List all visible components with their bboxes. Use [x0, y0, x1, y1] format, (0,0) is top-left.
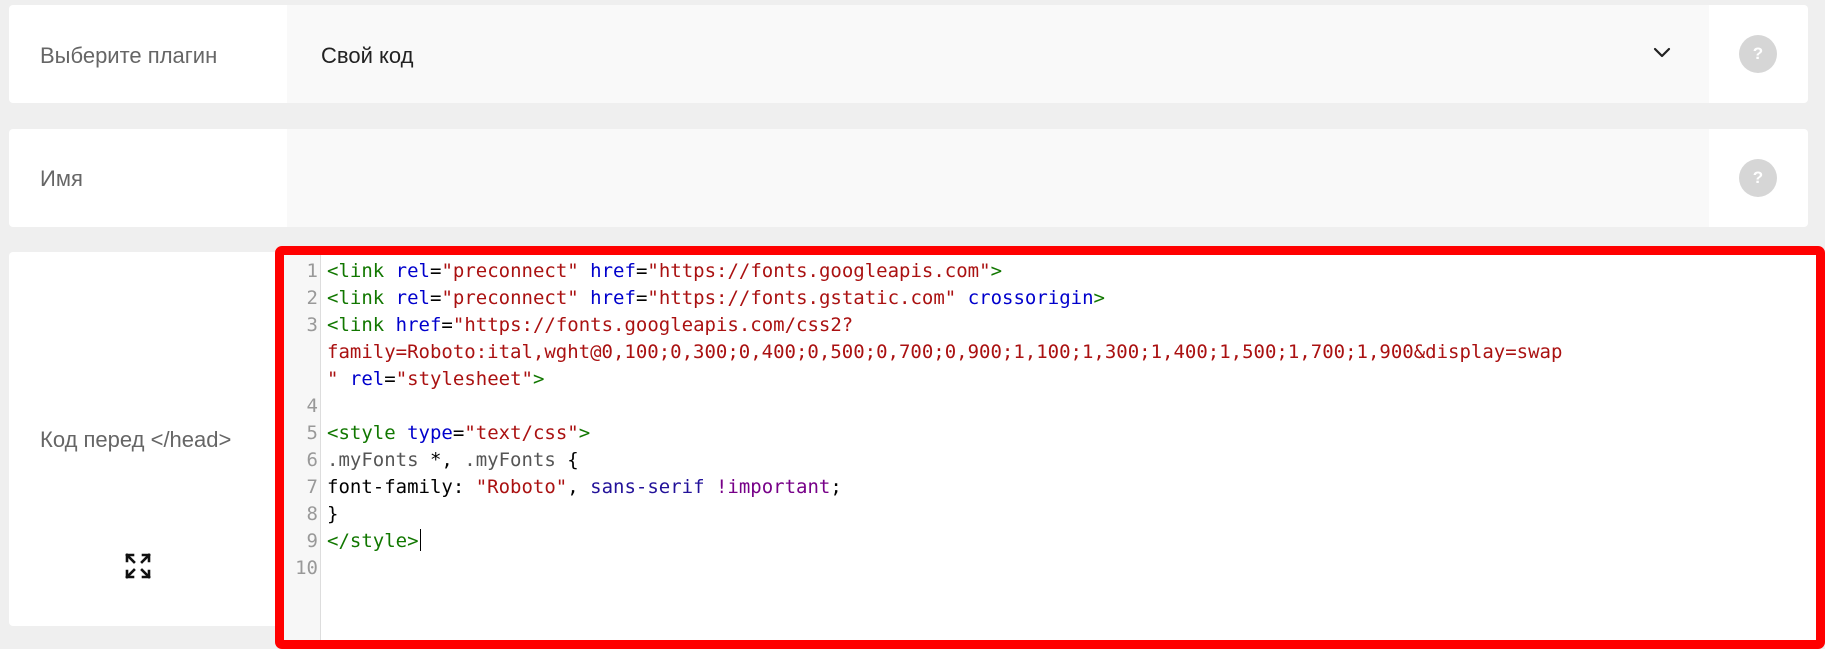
line-number: 4 [306, 395, 318, 417]
line-number: 1 [306, 260, 318, 282]
code-token: .myFonts [327, 449, 419, 471]
code-token: > [532, 368, 545, 390]
code-token: href [590, 287, 636, 309]
code-line: 5 <style type="text/css"> [307, 420, 1816, 447]
code-line-wrap: " rel="stylesheet"> [321, 366, 1816, 393]
code-token: rel [349, 368, 385, 390]
line-number: 10 [295, 557, 318, 579]
code-line: 1 <link rel="preconnect" href="https://fo… [307, 258, 1816, 285]
code-token: "preconnect" [441, 287, 579, 309]
code-line: 10 [295, 555, 1816, 582]
code-token: .myFonts [464, 449, 556, 471]
code-token: " [327, 368, 339, 390]
code-token: = [635, 287, 648, 309]
code-token: : [452, 476, 476, 498]
code-token: </style> [327, 530, 419, 552]
code-token: "https://fonts.googleapis.com" [647, 260, 991, 282]
code-token: crossorigin [967, 287, 1094, 309]
name-label: Имя [40, 166, 83, 191]
text-cursor [419, 529, 421, 551]
code-line: 7 font-family: "Roboto", sans-serif !impo… [307, 474, 1816, 501]
code-token: { [555, 449, 579, 471]
code-token: > [578, 422, 591, 444]
expand-icon[interactable] [124, 552, 152, 580]
line-number: 8 [306, 503, 318, 525]
code-token: = [635, 260, 648, 282]
code-token: = [384, 368, 396, 390]
code-label: Код перед </head> [40, 427, 232, 452]
code-token: rel [395, 287, 430, 309]
code-line: 4 [307, 393, 1816, 420]
plugin-select[interactable]: Свой код [287, 5, 1709, 103]
plugin-row: Выберите плагин Свой код ? [9, 5, 1808, 103]
line-number: 2 [306, 287, 318, 309]
code-line: 6 .myFonts *, .myFonts { [307, 447, 1816, 474]
code-token: family=Roboto:ital,wght@0,100;0,300;0,40… [327, 341, 1563, 363]
line-number: 9 [306, 530, 318, 552]
code-token: = [452, 422, 465, 444]
code-token: "Roboto" [475, 476, 568, 498]
line-number: 5 [306, 422, 318, 444]
name-input[interactable] [287, 129, 1709, 227]
code-line-wrap: family=Roboto:ital,wght@0,100;0,300;0,40… [321, 339, 1816, 366]
code-editor[interactable]: 1 <link rel="preconnect" href="https://fo… [275, 246, 1825, 649]
name-help-icon[interactable]: ? [1739, 159, 1777, 197]
code-token: <link [327, 287, 385, 309]
code-token: !important [715, 476, 831, 498]
chevron-down-icon [1653, 47, 1671, 58]
code-token: = [429, 260, 442, 282]
code-line: 3 <link href="https://fonts.googleapis.co… [307, 312, 1816, 339]
code-token: > [1093, 287, 1105, 309]
plugin-label: Выберите плагин [40, 43, 218, 68]
code-token: href [395, 314, 442, 336]
code-area[interactable]: 1 <link rel="preconnect" href="https://fo… [295, 258, 1816, 582]
name-row: Имя ? [9, 129, 1808, 227]
code-token: rel [395, 260, 430, 282]
code-token: sans-serif [590, 476, 705, 498]
line-number: 3 [306, 314, 318, 336]
code-token: <style [327, 422, 396, 444]
code-line: 2 <link rel="preconnect" href="https://fo… [307, 285, 1816, 312]
code-token: } [327, 503, 339, 525]
code-token: type [407, 422, 453, 444]
code-line: 9 </style> [307, 528, 1816, 555]
code-token: , [567, 476, 591, 498]
code-token: font-family [327, 476, 453, 498]
code-token: > [990, 260, 1003, 282]
code-line: 8} [307, 501, 1816, 528]
code-token: "preconnect" [441, 260, 579, 282]
code-token: href [590, 260, 636, 282]
code-token: = [429, 287, 442, 309]
code-token: "https://fonts.gstatic.com" [647, 287, 957, 309]
line-number: 7 [306, 476, 318, 498]
code-token: <link [327, 260, 385, 282]
code-token: "text/css" [464, 422, 579, 444]
code-token: = [441, 314, 453, 336]
plugin-select-value: Свой код [321, 43, 414, 68]
code-token: <link [327, 314, 385, 336]
code-token: ; [830, 476, 842, 498]
plugin-help-icon[interactable]: ? [1739, 35, 1777, 73]
code-token: "stylesheet" [395, 368, 533, 390]
code-token: "https://fonts.googleapis.com/css2? [452, 314, 854, 336]
code-token: *, [418, 449, 465, 471]
line-number: 6 [306, 449, 318, 471]
